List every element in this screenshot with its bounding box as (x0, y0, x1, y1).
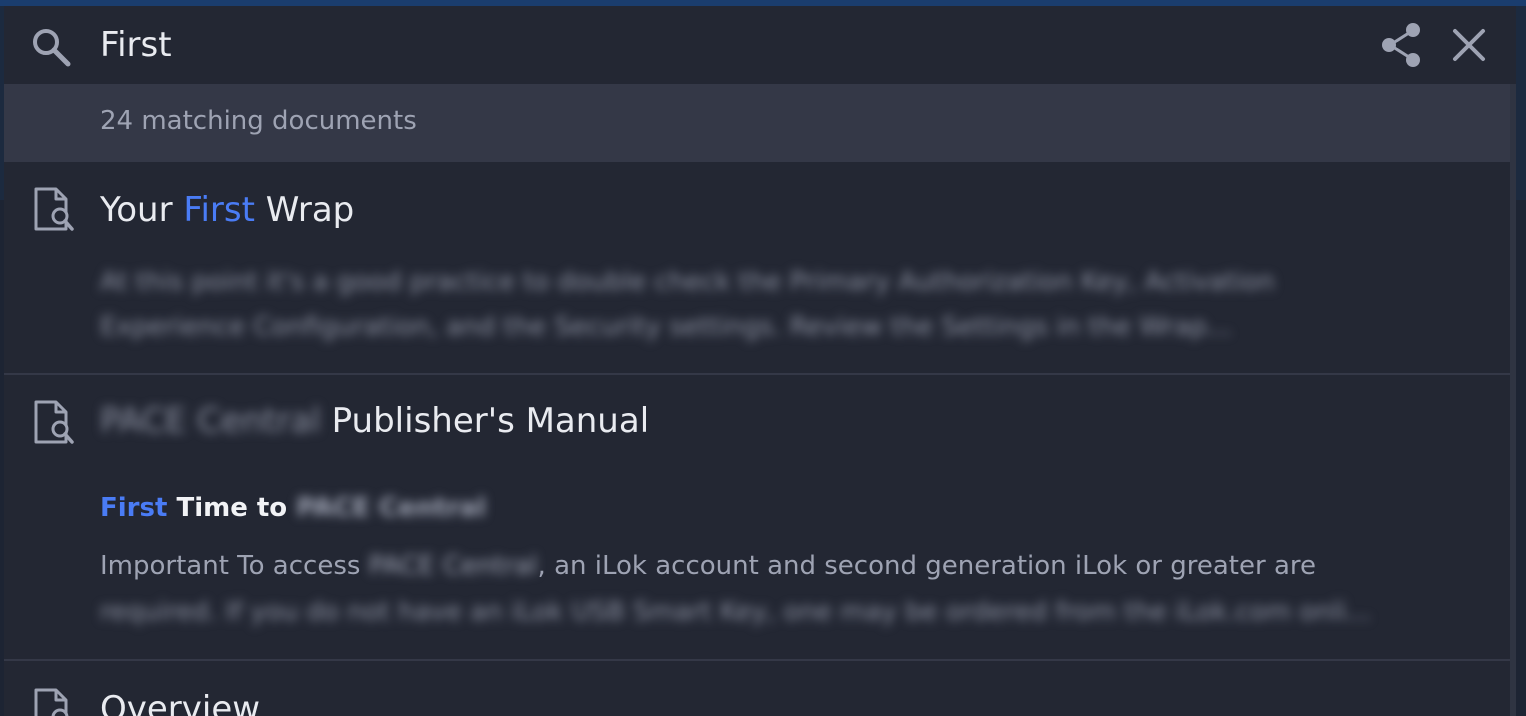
redacted-text: PACE Central (296, 493, 486, 523)
section-text: Time to (167, 493, 297, 523)
result-title: Your First Wrap (100, 190, 354, 230)
backdrop-right (1516, 200, 1526, 716)
result-section-heading: First Time to PACE Central (100, 493, 486, 523)
result-excerpt: required. If you do not have an iLok USB… (100, 597, 1371, 627)
share-icon[interactable] (1380, 22, 1424, 68)
snippet-text: Important To access (100, 551, 369, 581)
redacted-text: PACE Central (100, 401, 321, 441)
close-icon[interactable] (1450, 26, 1488, 64)
result-excerpt: At this point it's a good practice to do… (100, 267, 1275, 297)
document-search-icon (32, 186, 76, 234)
scrollbar[interactable] (1510, 84, 1516, 716)
results-count-row: 24 matching documents (4, 84, 1510, 162)
results-list: 24 matching documents Your First Wrap At… (4, 84, 1510, 716)
search-input[interactable] (100, 20, 1300, 70)
redacted-text: PACE Central (368, 551, 538, 581)
document-search-icon (32, 687, 76, 716)
result-excerpt: Experience Configuration, and the Securi… (100, 312, 1232, 342)
document-search-icon (32, 399, 76, 447)
search-panel: 24 matching documents Your First Wrap At… (4, 6, 1516, 716)
title-text: Your (100, 190, 184, 230)
search-bar (4, 6, 1516, 84)
result-item[interactable]: Overview (4, 661, 1510, 716)
title-text: Publisher's Manual (320, 401, 650, 441)
result-title: Overview (100, 689, 261, 716)
result-item[interactable]: PACE Central Publisher's Manual First Ti… (4, 375, 1510, 661)
section-match: First (100, 493, 168, 523)
result-title: PACE Central Publisher's Manual (100, 401, 649, 441)
result-item[interactable]: Your First Wrap At this point it's a goo… (4, 162, 1510, 375)
snippet-text: , an iLok account and second generation … (537, 551, 1316, 581)
results-count: 24 matching documents (100, 106, 417, 136)
title-text: Wrap (254, 190, 355, 230)
result-snippet: Important To access PACE Central, an iLo… (100, 551, 1316, 581)
title-match: First (183, 190, 255, 230)
search-icon (30, 26, 72, 68)
